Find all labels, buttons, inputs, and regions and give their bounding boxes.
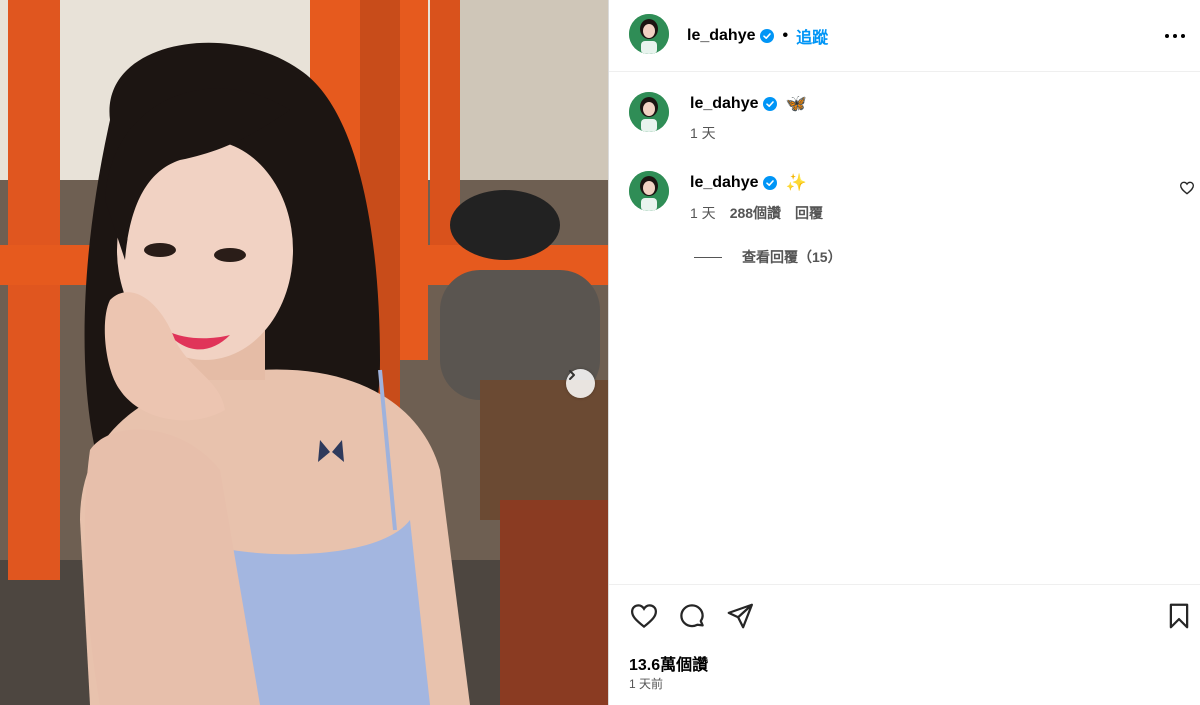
likes-count[interactable]: 13.6萬個讚 xyxy=(629,651,708,675)
comment-like-heart-icon[interactable] xyxy=(1179,180,1195,196)
caption-emoji: 🦋 xyxy=(785,94,807,113)
caption-meta: 1 天 xyxy=(690,123,716,143)
username[interactable]: le_dahye xyxy=(687,27,755,45)
comment-icon[interactable] xyxy=(677,601,707,631)
more-dot-icon xyxy=(1165,34,1169,38)
view-replies-label: 查看回覆（15） xyxy=(742,249,842,265)
photo-illustration xyxy=(0,0,608,705)
view-replies-button[interactable]: 查看回覆（15） xyxy=(694,247,842,267)
reply-button[interactable]: 回覆 xyxy=(795,203,823,223)
caption-username[interactable]: le_dahye xyxy=(690,95,758,113)
follow-button[interactable]: 追蹤 xyxy=(796,24,828,48)
post-header: le_dahye • 追蹤 xyxy=(609,0,1200,72)
comment-likes[interactable]: 288個讚 xyxy=(730,203,781,223)
bookmark-save-icon[interactable] xyxy=(1164,601,1194,631)
post-panel: le_dahye • 追蹤 le_dahye 🦋 1 天 le_dahye ✨ … xyxy=(608,0,1200,705)
action-bar: 13.6萬個讚 1 天前 xyxy=(609,584,1200,705)
verified-badge-icon xyxy=(763,97,778,111)
share-send-icon[interactable] xyxy=(725,601,755,631)
avatar[interactable] xyxy=(629,171,669,211)
comment-username[interactable]: le_dahye xyxy=(690,174,758,192)
header-user-line: le_dahye • 追蹤 xyxy=(687,24,828,48)
more-options-button[interactable] xyxy=(1163,24,1187,48)
replies-divider xyxy=(694,256,722,258)
avatar-image xyxy=(629,92,669,132)
caption-time[interactable]: 1 天 xyxy=(690,123,716,143)
more-dot-icon xyxy=(1181,34,1185,38)
comment-emoji: ✨ xyxy=(785,173,807,192)
comment-meta: 1 天 288個讚 回覆 xyxy=(690,203,823,223)
like-heart-icon[interactable] xyxy=(629,601,659,631)
avatar-image xyxy=(629,14,669,54)
comment-time[interactable]: 1 天 xyxy=(690,203,716,223)
avatar[interactable] xyxy=(629,14,669,54)
comment-line: le_dahye ✨ xyxy=(690,173,807,193)
post-time-ago[interactable]: 1 天前 xyxy=(629,675,663,692)
verified-badge-icon xyxy=(763,176,778,190)
chevron-right-icon xyxy=(569,370,575,380)
avatar[interactable] xyxy=(629,92,669,132)
next-photo-button[interactable] xyxy=(566,369,595,398)
verified-badge-icon xyxy=(760,29,775,43)
separator-dot: • xyxy=(782,27,789,44)
avatar-image xyxy=(629,171,669,211)
more-dot-icon xyxy=(1173,34,1177,38)
post-photo[interactable] xyxy=(0,0,608,705)
caption-line: le_dahye 🦋 xyxy=(690,94,807,114)
